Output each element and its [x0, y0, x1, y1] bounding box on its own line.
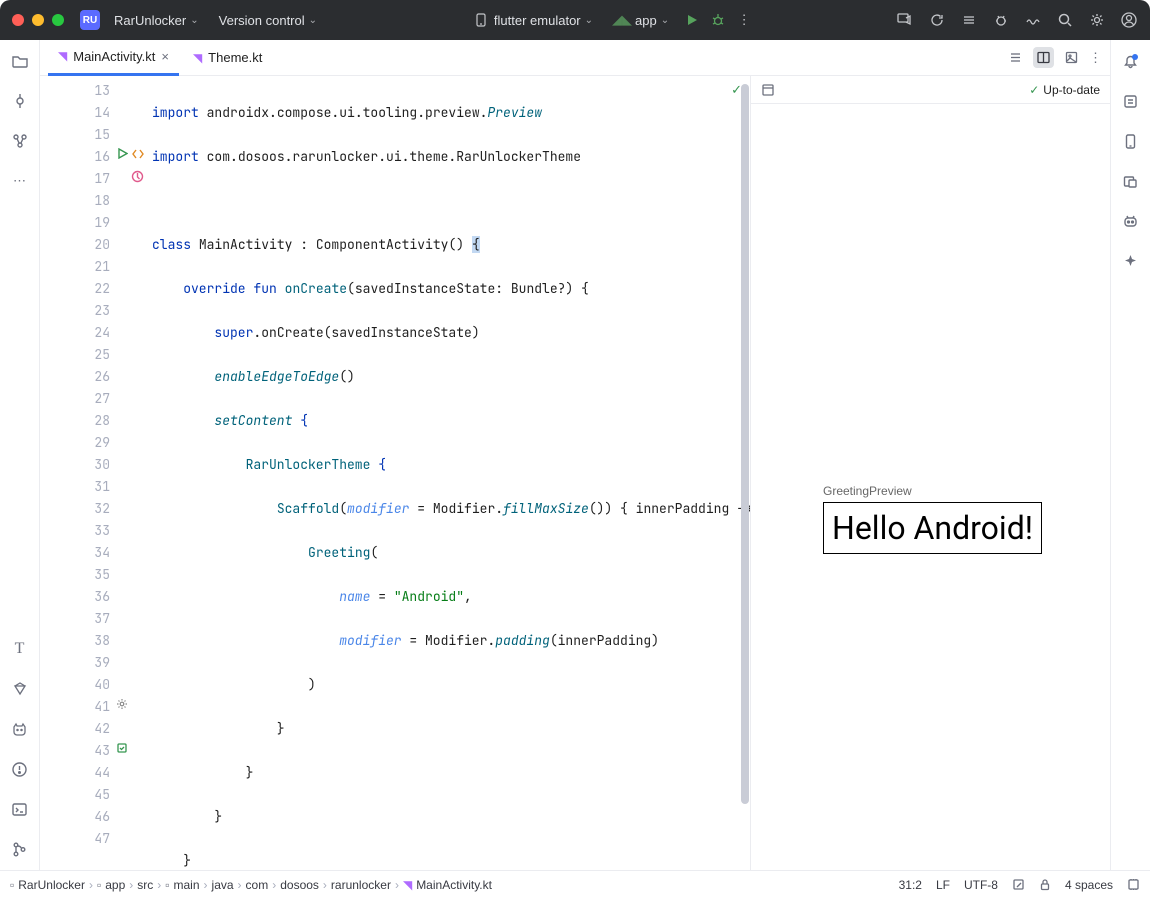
minimize-window-button[interactable]: [32, 14, 44, 26]
design-view-icon[interactable]: [1064, 50, 1079, 65]
maximize-window-button[interactable]: [52, 14, 64, 26]
project-tool-icon[interactable]: [9, 50, 31, 72]
profiler-icon[interactable]: [1024, 11, 1042, 29]
editor-scrollbar[interactable]: [740, 76, 750, 870]
editor-split: ✓ 13 14 15 16 17 18192021222324252627282…: [40, 76, 1110, 870]
git-tool-icon[interactable]: [9, 838, 31, 860]
module-icon: ▫: [97, 878, 101, 892]
emulator-tool-icon[interactable]: [1120, 170, 1142, 192]
run-gutter-icon[interactable]: [117, 148, 128, 159]
preview-canvas[interactable]: GreetingPreview Hello Android!: [751, 104, 1110, 870]
preview-status-text: Up-to-date: [1043, 83, 1100, 97]
gradle-tool-icon[interactable]: [1120, 90, 1142, 112]
chevron-down-icon: ⌄: [190, 15, 198, 26]
module-icon: ▫: [10, 878, 14, 892]
run-toolbar: flutter emulator ⌄ ◢◣ app ⌄ ⋮: [466, 7, 753, 33]
android-icon: ◢◣: [613, 11, 631, 29]
kotlin-file-icon: ◥: [58, 49, 67, 63]
commit-tool-icon[interactable]: [9, 90, 31, 112]
account-icon[interactable]: [1120, 11, 1138, 29]
kotlin-file-icon: ◥: [403, 878, 412, 892]
build-icon[interactable]: [960, 11, 978, 29]
preview-label: GreetingPreview: [823, 484, 912, 498]
readonly-icon[interactable]: [1012, 878, 1025, 891]
statusbar: ▫RarUnlocker› ▫app› src› ▫main› java› co…: [0, 870, 1150, 898]
preview-render: Hello Android!: [823, 502, 1042, 554]
preview-expand-icon[interactable]: [761, 83, 775, 97]
tab-mainactivity[interactable]: ◥ MainActivity.kt ×: [48, 40, 179, 76]
preview-pane: ✓ Up-to-date GreetingPreview Hello Andro…: [750, 76, 1110, 870]
run-config-label: app: [635, 13, 657, 28]
window-controls: [12, 14, 64, 26]
inspections-icon[interactable]: [992, 11, 1010, 29]
project-badge: RU: [80, 10, 100, 30]
editor-tabs: ◥ MainActivity.kt × ◥ Theme.kt ⋮: [40, 40, 1110, 76]
run-config-selector[interactable]: ◢◣ app ⌄: [607, 7, 675, 33]
code-pane: ✓ 13 14 15 16 17 18192021222324252627282…: [40, 76, 750, 870]
project-selector[interactable]: RarUnlocker ⌄: [108, 9, 205, 32]
vcs-menu[interactable]: Version control ⌄: [213, 9, 323, 32]
device-label: flutter emulator: [494, 13, 581, 28]
cat-tool-icon[interactable]: [9, 718, 31, 740]
search-icon[interactable]: [1056, 11, 1074, 29]
preview-gutter-icon[interactable]: [116, 742, 128, 754]
code-with-me-icon[interactable]: [896, 11, 914, 29]
caret-position[interactable]: 31:2: [899, 878, 922, 892]
problems-tool-icon[interactable]: [9, 758, 31, 780]
close-tab-icon[interactable]: ×: [161, 49, 169, 64]
gem-tool-icon[interactable]: [9, 678, 31, 700]
breadcrumbs[interactable]: ▫RarUnlocker› ▫app› src› ▫main› java› co…: [10, 878, 492, 892]
tab-menu-icon[interactable]: ⋮: [1089, 50, 1102, 66]
memory-icon[interactable]: [1127, 878, 1140, 891]
phone-icon: [472, 11, 490, 29]
vcs-label: Version control: [219, 13, 305, 28]
module-icon: ▫: [165, 878, 169, 892]
main: ⋯ T ◥ MainActivity.kt × ◥ Theme.kt: [0, 40, 1150, 870]
chevron-down-icon: ⌄: [585, 15, 593, 26]
notifications-icon[interactable]: [1120, 50, 1142, 72]
close-window-button[interactable]: [12, 14, 24, 26]
copilot-icon[interactable]: [1120, 210, 1142, 232]
refresh-icon[interactable]: [928, 11, 946, 29]
chevron-down-icon: ⌄: [661, 15, 669, 26]
list-view-icon[interactable]: [1008, 50, 1023, 65]
tab-label: MainActivity.kt: [73, 49, 155, 64]
structure-tool-icon[interactable]: [9, 130, 31, 152]
preview-status: ✓ Up-to-date: [1029, 83, 1100, 97]
line-gutter[interactable]: 13 14 15 16 17 1819202122232425262728293…: [40, 76, 118, 870]
chevron-down-icon: ⌄: [309, 15, 317, 26]
editor-column: ◥ MainActivity.kt × ◥ Theme.kt ⋮ ✓ 13: [40, 40, 1110, 870]
project-name: RarUnlocker: [114, 13, 186, 28]
kotlin-file-icon: ◥: [193, 51, 202, 65]
editor-view-switches: ⋮: [1008, 47, 1102, 68]
settings-icon[interactable]: [1088, 11, 1106, 29]
settings-gutter-icon[interactable]: [116, 698, 128, 710]
override-icon[interactable]: [131, 170, 144, 183]
left-tool-strip: ⋯ T: [0, 40, 40, 870]
terminal-tool-icon[interactable]: [9, 798, 31, 820]
file-encoding[interactable]: UTF-8: [964, 878, 998, 892]
text-tool-icon[interactable]: T: [9, 638, 31, 660]
more-tools-icon[interactable]: ⋯: [9, 170, 31, 192]
preview-toolbar: ✓ Up-to-date: [751, 76, 1110, 104]
run-button[interactable]: [683, 11, 701, 29]
check-icon: ✓: [1029, 83, 1039, 97]
titlebar: RU RarUnlocker ⌄ Version control ⌄ flutt…: [0, 0, 1150, 40]
tab-label: Theme.kt: [208, 50, 262, 65]
more-run-icon[interactable]: ⋮: [735, 11, 753, 29]
indent-indicator[interactable]: 4 spaces: [1065, 878, 1113, 892]
code-editor[interactable]: import androidx.compose.ui.tooling.previ…: [118, 76, 750, 870]
debug-button[interactable]: [709, 11, 727, 29]
split-view-icon[interactable]: [1033, 47, 1054, 68]
tab-theme[interactable]: ◥ Theme.kt: [183, 40, 272, 76]
statusbar-right: 31:2 LF UTF-8 4 spaces: [899, 878, 1140, 892]
device-selector[interactable]: flutter emulator ⌄: [466, 7, 599, 33]
ai-assistant-icon[interactable]: [1120, 250, 1142, 272]
line-separator[interactable]: LF: [936, 878, 950, 892]
titlebar-right: [896, 11, 1138, 29]
right-tool-strip: [1110, 40, 1150, 870]
lock-icon[interactable]: [1039, 878, 1051, 891]
device-manager-icon[interactable]: [1120, 130, 1142, 152]
nav-icon[interactable]: [132, 148, 144, 160]
